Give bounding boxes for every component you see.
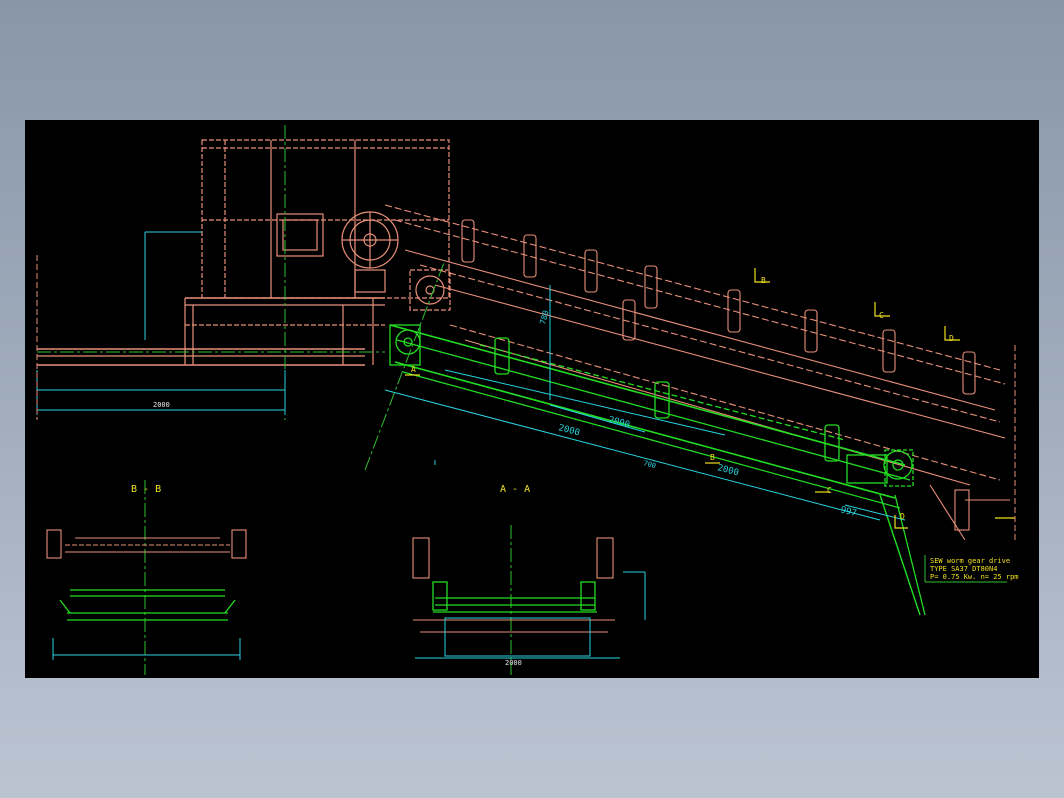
- section-marker-labels: A B C D B C D: [411, 276, 954, 521]
- marker-b-top: B: [761, 276, 766, 285]
- section-bb-title: B - B: [131, 484, 161, 495]
- dim-belt-2000-c: 2000: [716, 463, 740, 478]
- marker-c-bottom: C: [827, 486, 832, 495]
- section-aa-title: A - A: [500, 484, 530, 495]
- drive-note: SEW worm gear drive TYPE SA37 DT80N4 P= …: [924, 555, 1019, 583]
- centerlines: [37, 125, 512, 675]
- conveyor-drawing: 2000 2000 2000 2000 997 700 780 A B C D …: [36, 125, 1019, 675]
- marker-d-bottom: D: [900, 512, 905, 521]
- marker-d-top: D: [949, 334, 954, 343]
- dim-vertical-780: 780: [538, 309, 550, 325]
- note-line1: SEW worm gear drive: [930, 557, 1010, 565]
- note-line2: TYPE SA37 DT80N4: [930, 565, 997, 573]
- dim-aa-width: 2000: [505, 659, 522, 667]
- section-bb: B - B: [46, 484, 247, 660]
- marker-a: A: [411, 365, 416, 374]
- inclined-apron-structure: [384, 204, 1010, 541]
- dim-total-length-left: 2000: [153, 401, 170, 409]
- marker-b-bottom: B: [710, 453, 715, 462]
- hopper-structure: [37, 139, 451, 366]
- marker-c-top: C: [879, 311, 884, 320]
- note-line3: P= 0.75 Kw. n= 25 rpm: [930, 573, 1019, 581]
- cad-drawing-viewport[interactable]: 2000 2000 2000 2000 997 700 780 A B C D …: [25, 120, 1039, 678]
- inclined-belt-conveyor: [389, 324, 926, 616]
- section-aa: A - A 2000: [412, 484, 646, 667]
